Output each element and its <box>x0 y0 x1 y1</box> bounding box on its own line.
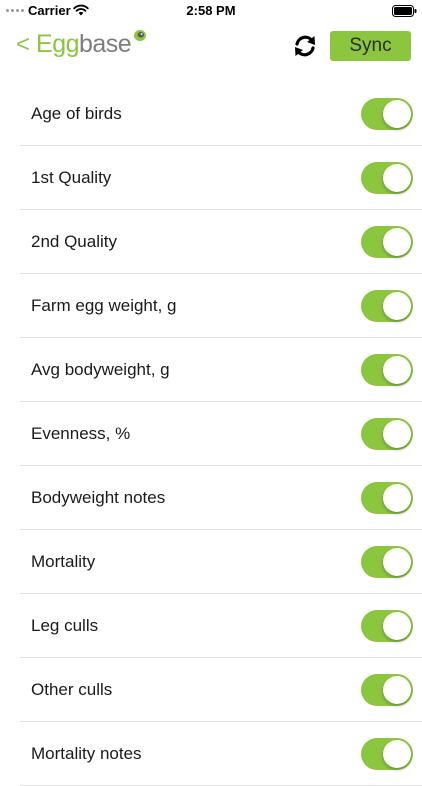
egg-mark-icon <box>134 30 147 41</box>
list-item: Bodyweight notes <box>20 466 422 530</box>
setting-label: 2nd Quality <box>31 231 117 251</box>
list-item: Other culls <box>20 658 422 722</box>
setting-toggle[interactable] <box>361 674 413 706</box>
setting-label: 1st Quality <box>31 167 112 187</box>
toggle-knob <box>383 164 411 192</box>
toggle-knob <box>383 228 411 256</box>
setting-label: Evenness, % <box>31 423 131 443</box>
setting-label: Other culls <box>31 679 113 699</box>
setting-toggle[interactable] <box>361 738 413 770</box>
list-item: Age of birds <box>20 82 422 146</box>
list-item: Leg culls <box>20 594 422 658</box>
status-time: 2:58 PM <box>186 3 236 18</box>
setting-label: Age of birds <box>31 103 122 123</box>
logo-base-text: base <box>79 30 132 58</box>
back-button[interactable]: < Eggbase <box>16 30 147 58</box>
toggle-knob <box>383 612 411 640</box>
toggle-knob <box>383 356 411 384</box>
setting-label: Bodyweight notes <box>31 487 166 507</box>
setting-label: Leg culls <box>31 615 99 635</box>
chevron-left-icon: < <box>16 30 31 58</box>
status-bar: Carrier 2:58 PM <box>0 0 422 22</box>
setting-label: Mortality notes <box>31 743 142 763</box>
list-item: Evenness, % <box>20 402 422 466</box>
toggle-knob <box>383 484 411 512</box>
setting-toggle[interactable] <box>361 354 413 386</box>
setting-toggle[interactable] <box>361 418 413 450</box>
setting-toggle[interactable] <box>361 546 413 578</box>
setting-toggle[interactable] <box>361 162 413 194</box>
setting-toggle[interactable] <box>361 98 413 130</box>
setting-label: Avg bodyweight, g <box>31 359 170 379</box>
settings-list: Age of birds 1st Quality 2nd Quality Farm e… <box>20 82 422 786</box>
battery-icon <box>392 5 417 17</box>
list-item: Farm egg weight, g <box>20 274 422 338</box>
list-item: 2nd Quality <box>20 210 422 274</box>
toggle-knob <box>383 100 411 128</box>
toggle-knob <box>383 420 411 448</box>
setting-toggle[interactable] <box>361 610 413 642</box>
eggbase-logo: Eggbase <box>36 30 147 58</box>
toggle-knob <box>383 676 411 704</box>
refresh-icon[interactable] <box>290 31 320 61</box>
setting-label: Farm egg weight, g <box>31 295 177 315</box>
logo-egg-text: Egg <box>36 30 79 58</box>
setting-toggle[interactable] <box>361 226 413 258</box>
setting-toggle[interactable] <box>361 482 413 514</box>
navigation-bar: < Eggbase Sync <box>0 22 422 82</box>
list-item: Mortality <box>20 530 422 594</box>
toggle-knob <box>383 292 411 320</box>
setting-label: Mortality <box>31 551 96 571</box>
list-item: Mortality notes <box>20 722 422 786</box>
toggle-knob <box>383 740 411 768</box>
list-item: 1st Quality <box>20 146 422 210</box>
toggle-knob <box>383 548 411 576</box>
sync-button[interactable]: Sync <box>330 31 411 61</box>
list-item: Avg bodyweight, g <box>20 338 422 402</box>
setting-toggle[interactable] <box>361 290 413 322</box>
